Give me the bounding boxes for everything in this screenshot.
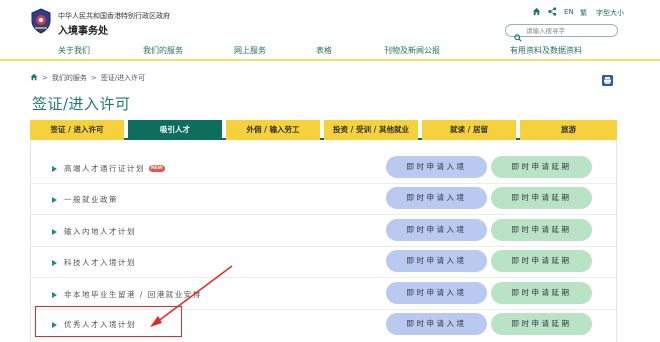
nav-publications-press[interactable]: 刊物及新闻公报 (384, 45, 440, 56)
category-tabs: 签证 / 进入许可 吸引人才 外佣 / 输入劳工 投资 / 受训 / 其他就业 … (30, 120, 617, 140)
row-divider (30, 277, 617, 278)
row-divider (30, 246, 617, 247)
traditional-chinese-link[interactable]: 繁 (580, 8, 587, 18)
apply-extension-button[interactable]: 即时申请延期 (491, 282, 592, 304)
apply-entry-button[interactable]: 即时申请入境 (386, 313, 487, 335)
search-input[interactable] (526, 26, 614, 36)
search-box (505, 24, 618, 42)
apply-entry-button[interactable]: 即时申请入境 (386, 187, 487, 209)
triangle-bullet-icon (52, 196, 57, 203)
triangle-bullet-icon (52, 165, 57, 172)
nav-about-us[interactable]: 关于我们 (58, 45, 90, 56)
nav-online-services[interactable]: 网上服务 (234, 45, 266, 56)
apply-extension-button[interactable]: 即时申请延期 (491, 187, 592, 209)
nav-forms[interactable]: 表格 (316, 45, 332, 56)
apply-extension-button[interactable]: 即时申请延期 (491, 156, 592, 178)
government-name: 中华人民共和国香港特别行政区政府 (58, 12, 170, 20)
tab-domestic-helpers-labour[interactable]: 外佣 / 输入劳工 (226, 120, 320, 140)
new-badge: NEW (149, 165, 165, 172)
share-icon[interactable] (548, 7, 557, 16)
scheme-label: 非本地毕业生留港 / 回港就业安排 (64, 290, 202, 299)
annotation-highlight-box (35, 306, 182, 337)
row-divider (30, 214, 617, 215)
tab-study-residence[interactable]: 就读 / 居留 (422, 120, 516, 140)
apply-entry-button[interactable]: 即时申请入境 (386, 219, 487, 241)
scheme-label: 输入内地人才计划 (64, 227, 136, 236)
triangle-bullet-icon (52, 228, 57, 235)
row-divider (30, 183, 617, 184)
print-icon[interactable] (602, 71, 613, 90)
tab-talent-attraction[interactable]: 吸引人才 (128, 120, 222, 140)
scheme-link-technology-talent[interactable]: 科技人才入境计划 (52, 257, 136, 268)
tab-travel[interactable]: 旅游 (520, 120, 617, 140)
nav-useful-info[interactable]: 有用资料及数据资料 (510, 45, 582, 56)
home-icon[interactable] (30, 73, 38, 83)
scheme-link-mainland-talents[interactable]: 输入内地人才计划 (52, 226, 136, 237)
breadcrumb-separator: > (42, 74, 48, 82)
apply-entry-button[interactable]: 即时申请入境 (386, 282, 487, 304)
breadcrumb-our-services[interactable]: 我们的服务 (52, 73, 87, 83)
scheme-link-top-talent-pass[interactable]: 高端人才通行证计划 NEW (52, 163, 165, 174)
nav-our-services[interactable]: 我们的服务 (143, 45, 183, 56)
tab-investment-training-employment[interactable]: 投资 / 受训 / 其他就业 (324, 120, 418, 140)
scheme-label: 一般就业政策 (64, 195, 118, 204)
hksar-emblem-icon[interactable] (30, 8, 52, 34)
font-size-control[interactable]: 字型大小 (596, 8, 624, 18)
apply-extension-button[interactable]: 即时申请延期 (491, 219, 592, 241)
tab-visa-entry[interactable]: 签证 / 进入许可 (30, 120, 124, 140)
scheme-label: 高端人才通行证计划 (64, 164, 145, 173)
apply-entry-button[interactable]: 即时申请入境 (386, 250, 487, 272)
home-icon[interactable] (532, 7, 541, 16)
main-nav: 关于我们 我们的服务 网上服务 表格 刊物及新闻公报 有用资料及数据资料 (0, 41, 660, 61)
apply-entry-button[interactable]: 即时申请入境 (386, 156, 487, 178)
breadcrumb-visa-entry: 签证/进入许可 (100, 74, 146, 82)
scheme-label: 科技人才入境计划 (64, 258, 136, 267)
breadcrumb: > 我们的服务 > 签证/进入许可 (30, 73, 145, 83)
department-name[interactable]: 入境事务处 (58, 22, 108, 37)
scheme-link-non-local-graduates[interactable]: 非本地毕业生留港 / 回港就业安排 (52, 289, 202, 300)
apply-extension-button[interactable]: 即时申请延期 (491, 313, 592, 335)
breadcrumb-separator: > (90, 74, 97, 82)
triangle-bullet-icon (52, 291, 57, 298)
scheme-link-general-employment[interactable]: 一般就业政策 (52, 194, 118, 205)
triangle-bullet-icon (52, 259, 57, 266)
page-title: 签证/进入许可 (32, 95, 131, 113)
apply-extension-button[interactable]: 即时申请延期 (491, 250, 592, 272)
language-en-link[interactable]: EN (564, 8, 574, 16)
